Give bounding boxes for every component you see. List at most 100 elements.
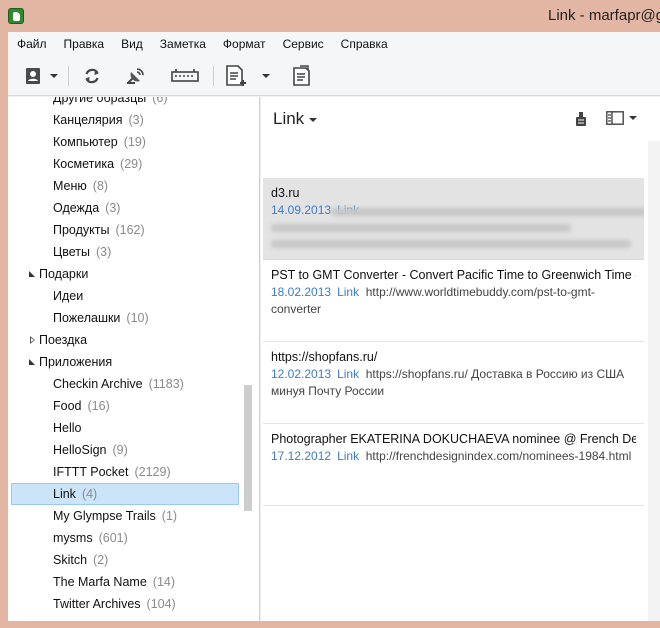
triangle-collapsed-icon	[29, 336, 35, 344]
sidebar-item[interactable]: Другие образцы (6)	[8, 97, 248, 109]
sidebar-item-count: (6)	[152, 97, 168, 105]
sidebar-item-label: Checkin Archive	[53, 377, 143, 391]
sidebar-item-label: Twitter Archives	[53, 597, 141, 611]
note-card[interactable]: Photographer EKATERINA DOKUCHAEVA nomine…	[263, 424, 644, 506]
note-list-scrollbar[interactable]	[648, 141, 660, 621]
sidebar-item[interactable]: Checkin Archive (1183)	[8, 373, 248, 395]
sidebar-stack-label: Подарки	[39, 267, 89, 281]
sidebar-item[interactable]: My Glympse Trails (1)	[8, 505, 248, 527]
sidebar-item-label: Косметика	[53, 157, 115, 171]
sidebar-item-label: Компьютер	[53, 135, 118, 149]
sidebar-item[interactable]: Компьютер (19)	[8, 131, 248, 153]
sidebar-item[interactable]: mysms (601)	[8, 527, 248, 549]
work-chat-button[interactable]	[122, 64, 150, 88]
sidebar-stack[interactable]: Подарки	[8, 263, 248, 285]
sidebar-item[interactable]: Пожелашки (10)	[8, 307, 248, 329]
note-title: https://shopfans.ru/	[271, 350, 378, 364]
account-icon	[25, 68, 40, 84]
menu-help[interactable]: Справка	[332, 32, 396, 56]
sidebar-item-count: (1183)	[148, 377, 184, 391]
menu-view[interactable]: Вид	[112, 32, 151, 56]
account-button[interactable]	[20, 64, 60, 88]
new-note-icon	[226, 65, 246, 86]
note-list-header: Link	[261, 97, 660, 141]
sidebar-item-label: Hello	[53, 421, 82, 435]
toolbar-divider	[68, 66, 69, 86]
new-note-button[interactable]	[222, 64, 272, 88]
note-tag: Link	[337, 367, 360, 381]
sidebar-item[interactable]: The Marfa Name (14)	[8, 571, 248, 593]
sidebar-stack[interactable]: Поездка	[8, 329, 248, 351]
sync-button[interactable]	[80, 64, 104, 88]
menu-note[interactable]: Заметка	[151, 32, 214, 56]
sidebar-item[interactable]: Косметика (29)	[8, 153, 248, 175]
sidebar: Другие образцы (6) Канцелярия (3) Компьюте…	[8, 97, 260, 621]
toolbar-divider	[213, 66, 214, 86]
sidebar-item[interactable]: Hello	[8, 417, 248, 439]
sidebar-item-count: (4)	[81, 487, 98, 501]
sidebar-item-label: My Glympse Trails	[53, 509, 156, 523]
presentation-button[interactable]	[170, 64, 200, 88]
sidebar-item-label: Пожелашки	[53, 311, 121, 325]
triangle-expanded-icon	[29, 271, 35, 277]
sidebar-item-count: (2)	[93, 553, 109, 567]
note-attributes-icon	[293, 65, 310, 86]
sidebar-item[interactable]: Twitter Archives (104)	[8, 593, 248, 615]
sidebar-item-label: Food	[53, 399, 82, 413]
sidebar-item[interactable]: Skitch (2)	[8, 549, 248, 571]
menu-tools[interactable]: Сервис	[274, 32, 332, 56]
expand-toggle[interactable]	[27, 329, 37, 351]
sidebar-item-label: Одежда	[53, 201, 100, 215]
title-bar: Link - marfapr@g	[0, 0, 660, 32]
evernote-app-icon[interactable]	[8, 8, 24, 24]
sidebar-item-count: (8)	[92, 179, 109, 193]
note-card[interactable]: https://shopfans.ru/ 12.02.2013 Link http…	[263, 342, 644, 424]
sidebar-item[interactable]: IFTTT Pocket (2129)	[8, 461, 248, 483]
sidebar-item-label: Идеи	[53, 289, 84, 303]
sidebar-item[interactable]: HelloSign (9)	[8, 439, 248, 461]
presentation-icon	[171, 69, 199, 82]
chevron-down-icon	[49, 74, 58, 78]
triangle-expanded-icon	[29, 359, 35, 365]
sidebar-item-count: (10)	[126, 311, 149, 325]
sidebar-item[interactable]: Одежда (3)	[8, 197, 248, 219]
share-notebook-button[interactable]	[575, 111, 587, 127]
sidebar-item[interactable]: Цветы (3)	[8, 241, 248, 263]
note-card[interactable]: PST to GMT Converter - Convert Pacific T…	[263, 260, 644, 342]
sidebar-item[interactable]: Идеи	[8, 285, 248, 307]
note-meta: 12.02.2013 Link https://shopfans.ru/ Дост…	[271, 366, 636, 400]
expand-toggle[interactable]	[27, 351, 37, 373]
menu-format[interactable]: Формат	[214, 32, 274, 56]
note-tag: Link	[337, 449, 360, 463]
sidebar-item[interactable]: Продукты (162)	[8, 219, 248, 241]
chevron-down-icon	[262, 74, 270, 78]
sidebar-item[interactable]: Канцелярия (3)	[8, 109, 248, 131]
sidebar-item-label: Skitch	[53, 553, 88, 567]
notebook-title-dropdown[interactable]: Link	[273, 109, 318, 129]
note-snippet: http://frenchdesignindex.com/nominees-19…	[365, 449, 632, 463]
sidebar-stack-label: Приложения	[39, 355, 113, 369]
note-title: PST to GMT Converter - Convert Pacific T…	[271, 268, 636, 282]
menu-file[interactable]: Файл	[8, 32, 55, 56]
sidebar-item-count: (1)	[161, 509, 178, 523]
sidebar-item-count: (16)	[87, 399, 110, 413]
sidebar-item-count: (9)	[112, 443, 128, 457]
note-date: 17.12.2012	[271, 449, 332, 463]
chevron-down-icon	[629, 116, 637, 120]
menu-edit[interactable]: Правка	[55, 32, 113, 56]
note-card-selected[interactable]: d3.ru 14.09.2013Link	[263, 178, 644, 260]
sidebar-scrollbar[interactable]	[244, 385, 252, 511]
sidebar-item-count: (2129)	[134, 465, 171, 479]
app-window: Файл Правка Вид Заметка Формат Сервис Сп…	[8, 32, 660, 621]
toolbar	[8, 56, 660, 96]
sidebar-item[interactable]: Меню (8)	[8, 175, 248, 197]
note-date: 12.02.2013	[271, 367, 332, 381]
expand-toggle[interactable]	[27, 263, 37, 285]
note-date: 14.09.2013	[271, 203, 332, 217]
sidebar-item[interactable]: Food (16)	[8, 395, 248, 417]
sidebar-item-selected[interactable]: Link (4)	[11, 483, 239, 505]
sidebar-item-label: Другие образцы	[53, 97, 147, 105]
sidebar-stack[interactable]: Приложения	[8, 351, 248, 373]
view-options-button[interactable]	[606, 111, 637, 125]
note-info-button[interactable]	[290, 64, 314, 88]
